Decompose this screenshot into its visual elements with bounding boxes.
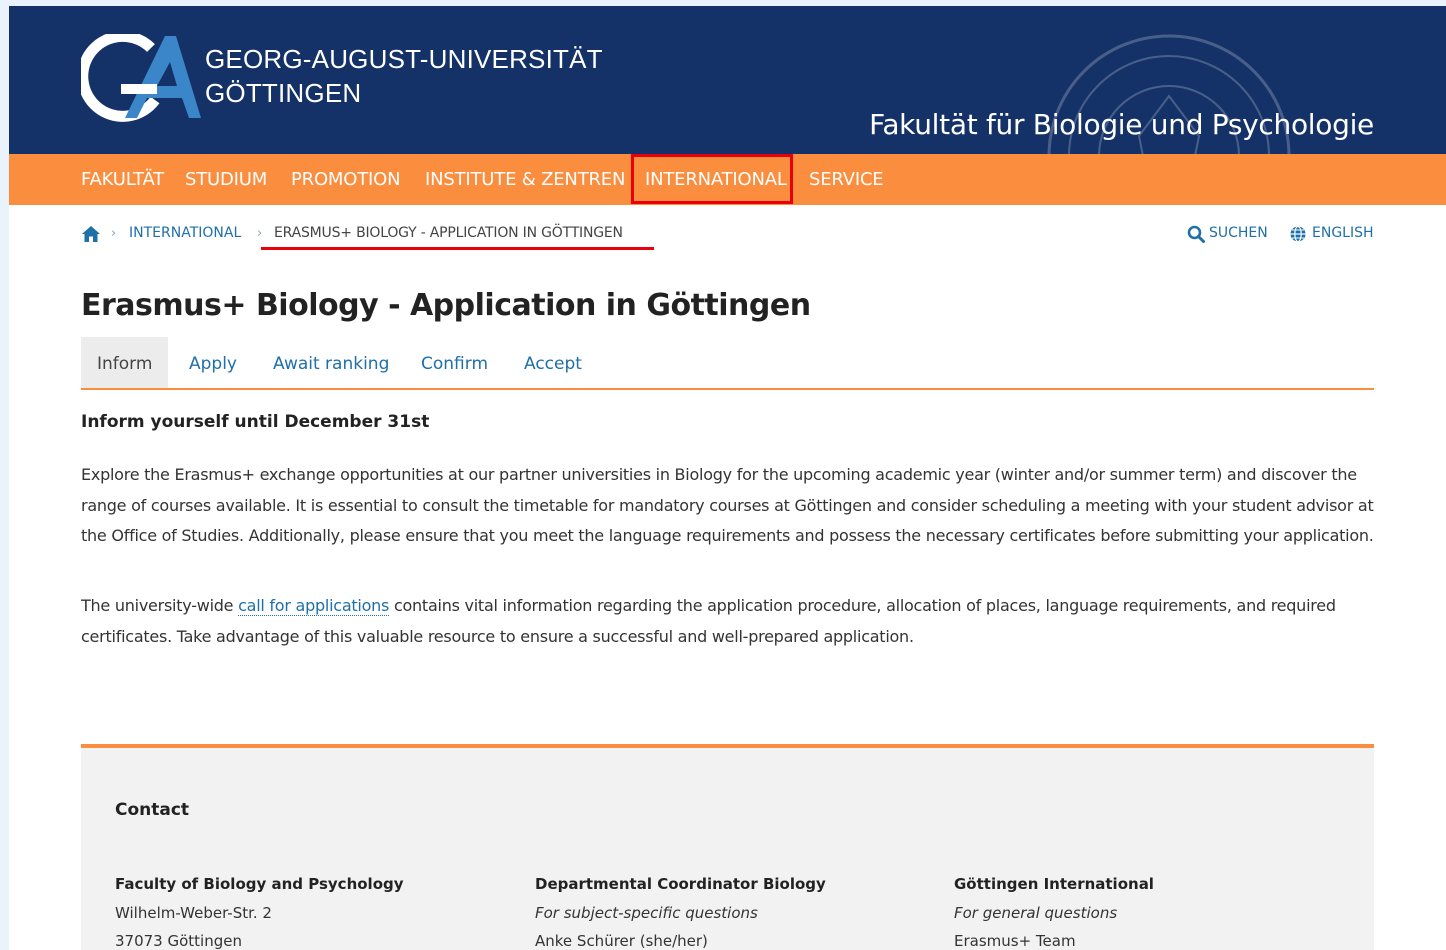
contact-column-international: Göttingen International For general ques… xyxy=(954,870,1354,950)
breadcrumb-separator: › xyxy=(111,226,117,241)
university-name: GEORG-AUGUST-UNIVERSITÄT GÖTTINGEN xyxy=(205,42,603,110)
intro-paragraph: Explore the Erasmus+ exchange opportunit… xyxy=(81,465,1374,545)
tab-inform[interactable]: Inform xyxy=(81,337,169,388)
nav-item-institute-zentren[interactable]: INSTITUTE & ZENTREN xyxy=(425,154,625,205)
contact-title: Departmental Coordinator Biology xyxy=(535,875,826,893)
tab-apply[interactable]: Apply xyxy=(189,337,237,388)
contact-column-coordinator: Departmental Coordinator Biology For sub… xyxy=(535,870,935,950)
home-icon[interactable] xyxy=(81,225,101,243)
contact-street: Wilhelm-Weber-Str. 2 xyxy=(115,903,272,922)
university-name-line2: GÖTTINGEN xyxy=(205,78,362,108)
contact-title: Göttingen International xyxy=(954,875,1154,893)
nav-item-service[interactable]: SERVICE xyxy=(809,154,884,205)
breadcrumb-current: ERASMUS+ BIOLOGY - APPLICATION IN GÖTTIN… xyxy=(274,225,623,241)
breadcrumb-international[interactable]: INTERNATIONAL xyxy=(129,225,241,247)
language-switch[interactable]: ENGLISH xyxy=(1312,225,1374,241)
section-heading: Inform yourself until December 31st xyxy=(81,412,430,432)
contact-note: For general questions xyxy=(954,903,1118,922)
main-nav: FAKULTÄT STUDIUM PROMOTION INSTITUTE & Z… xyxy=(9,154,1446,205)
breadcrumb-separator: › xyxy=(257,226,263,241)
tab-confirm[interactable]: Confirm xyxy=(421,337,488,388)
university-name-line1: GEORG-AUGUST-UNIVERSITÄT xyxy=(205,44,603,74)
page: GEORG-AUGUST-UNIVERSITÄT GÖTTINGEN Fakul… xyxy=(9,6,1446,950)
breadcrumb-underline xyxy=(261,247,654,250)
nav-item-fakultaet[interactable]: FAKULTÄT xyxy=(81,154,164,205)
contact-box: Contact Faculty of Biology and Psycholog… xyxy=(81,744,1374,950)
contact-city: 37073 Göttingen xyxy=(115,932,242,950)
step-tabs: Inform Apply Await ranking Confirm Accep… xyxy=(81,337,1374,390)
call-for-applications-link[interactable]: call for applications xyxy=(238,596,389,616)
nav-item-promotion[interactable]: PROMOTION xyxy=(291,154,401,205)
contact-heading: Contact xyxy=(115,800,190,820)
tab-await-ranking[interactable]: Await ranking xyxy=(273,337,389,388)
call-paragraph-start: The university-wide xyxy=(81,596,239,615)
search-icon[interactable] xyxy=(1187,225,1205,243)
nav-highlight-box xyxy=(631,154,793,204)
page-title: Erasmus+ Biology - Application in Göttin… xyxy=(81,288,811,323)
site-header: GEORG-AUGUST-UNIVERSITÄT GÖTTINGEN Fakul… xyxy=(9,6,1446,154)
call-paragraph: The university-wide call for application… xyxy=(81,591,1376,652)
contact-person: Anke Schürer (she/her) xyxy=(535,932,708,950)
university-logo[interactable] xyxy=(81,34,203,124)
tab-accept[interactable]: Accept xyxy=(524,337,582,388)
search-link[interactable]: SUCHEN xyxy=(1209,225,1268,241)
globe-icon[interactable] xyxy=(1289,225,1307,243)
contact-title: Faculty of Biology and Psychology xyxy=(115,875,404,893)
contact-column-faculty: Faculty of Biology and Psychology Wilhel… xyxy=(115,870,515,950)
contact-team: Erasmus+ Team xyxy=(954,932,1076,950)
nav-item-studium[interactable]: STUDIUM xyxy=(185,154,267,205)
contact-note: For subject-specific questions xyxy=(535,903,758,922)
faculty-name[interactable]: Fakultät für Biologie und Psychologie xyxy=(869,108,1374,141)
